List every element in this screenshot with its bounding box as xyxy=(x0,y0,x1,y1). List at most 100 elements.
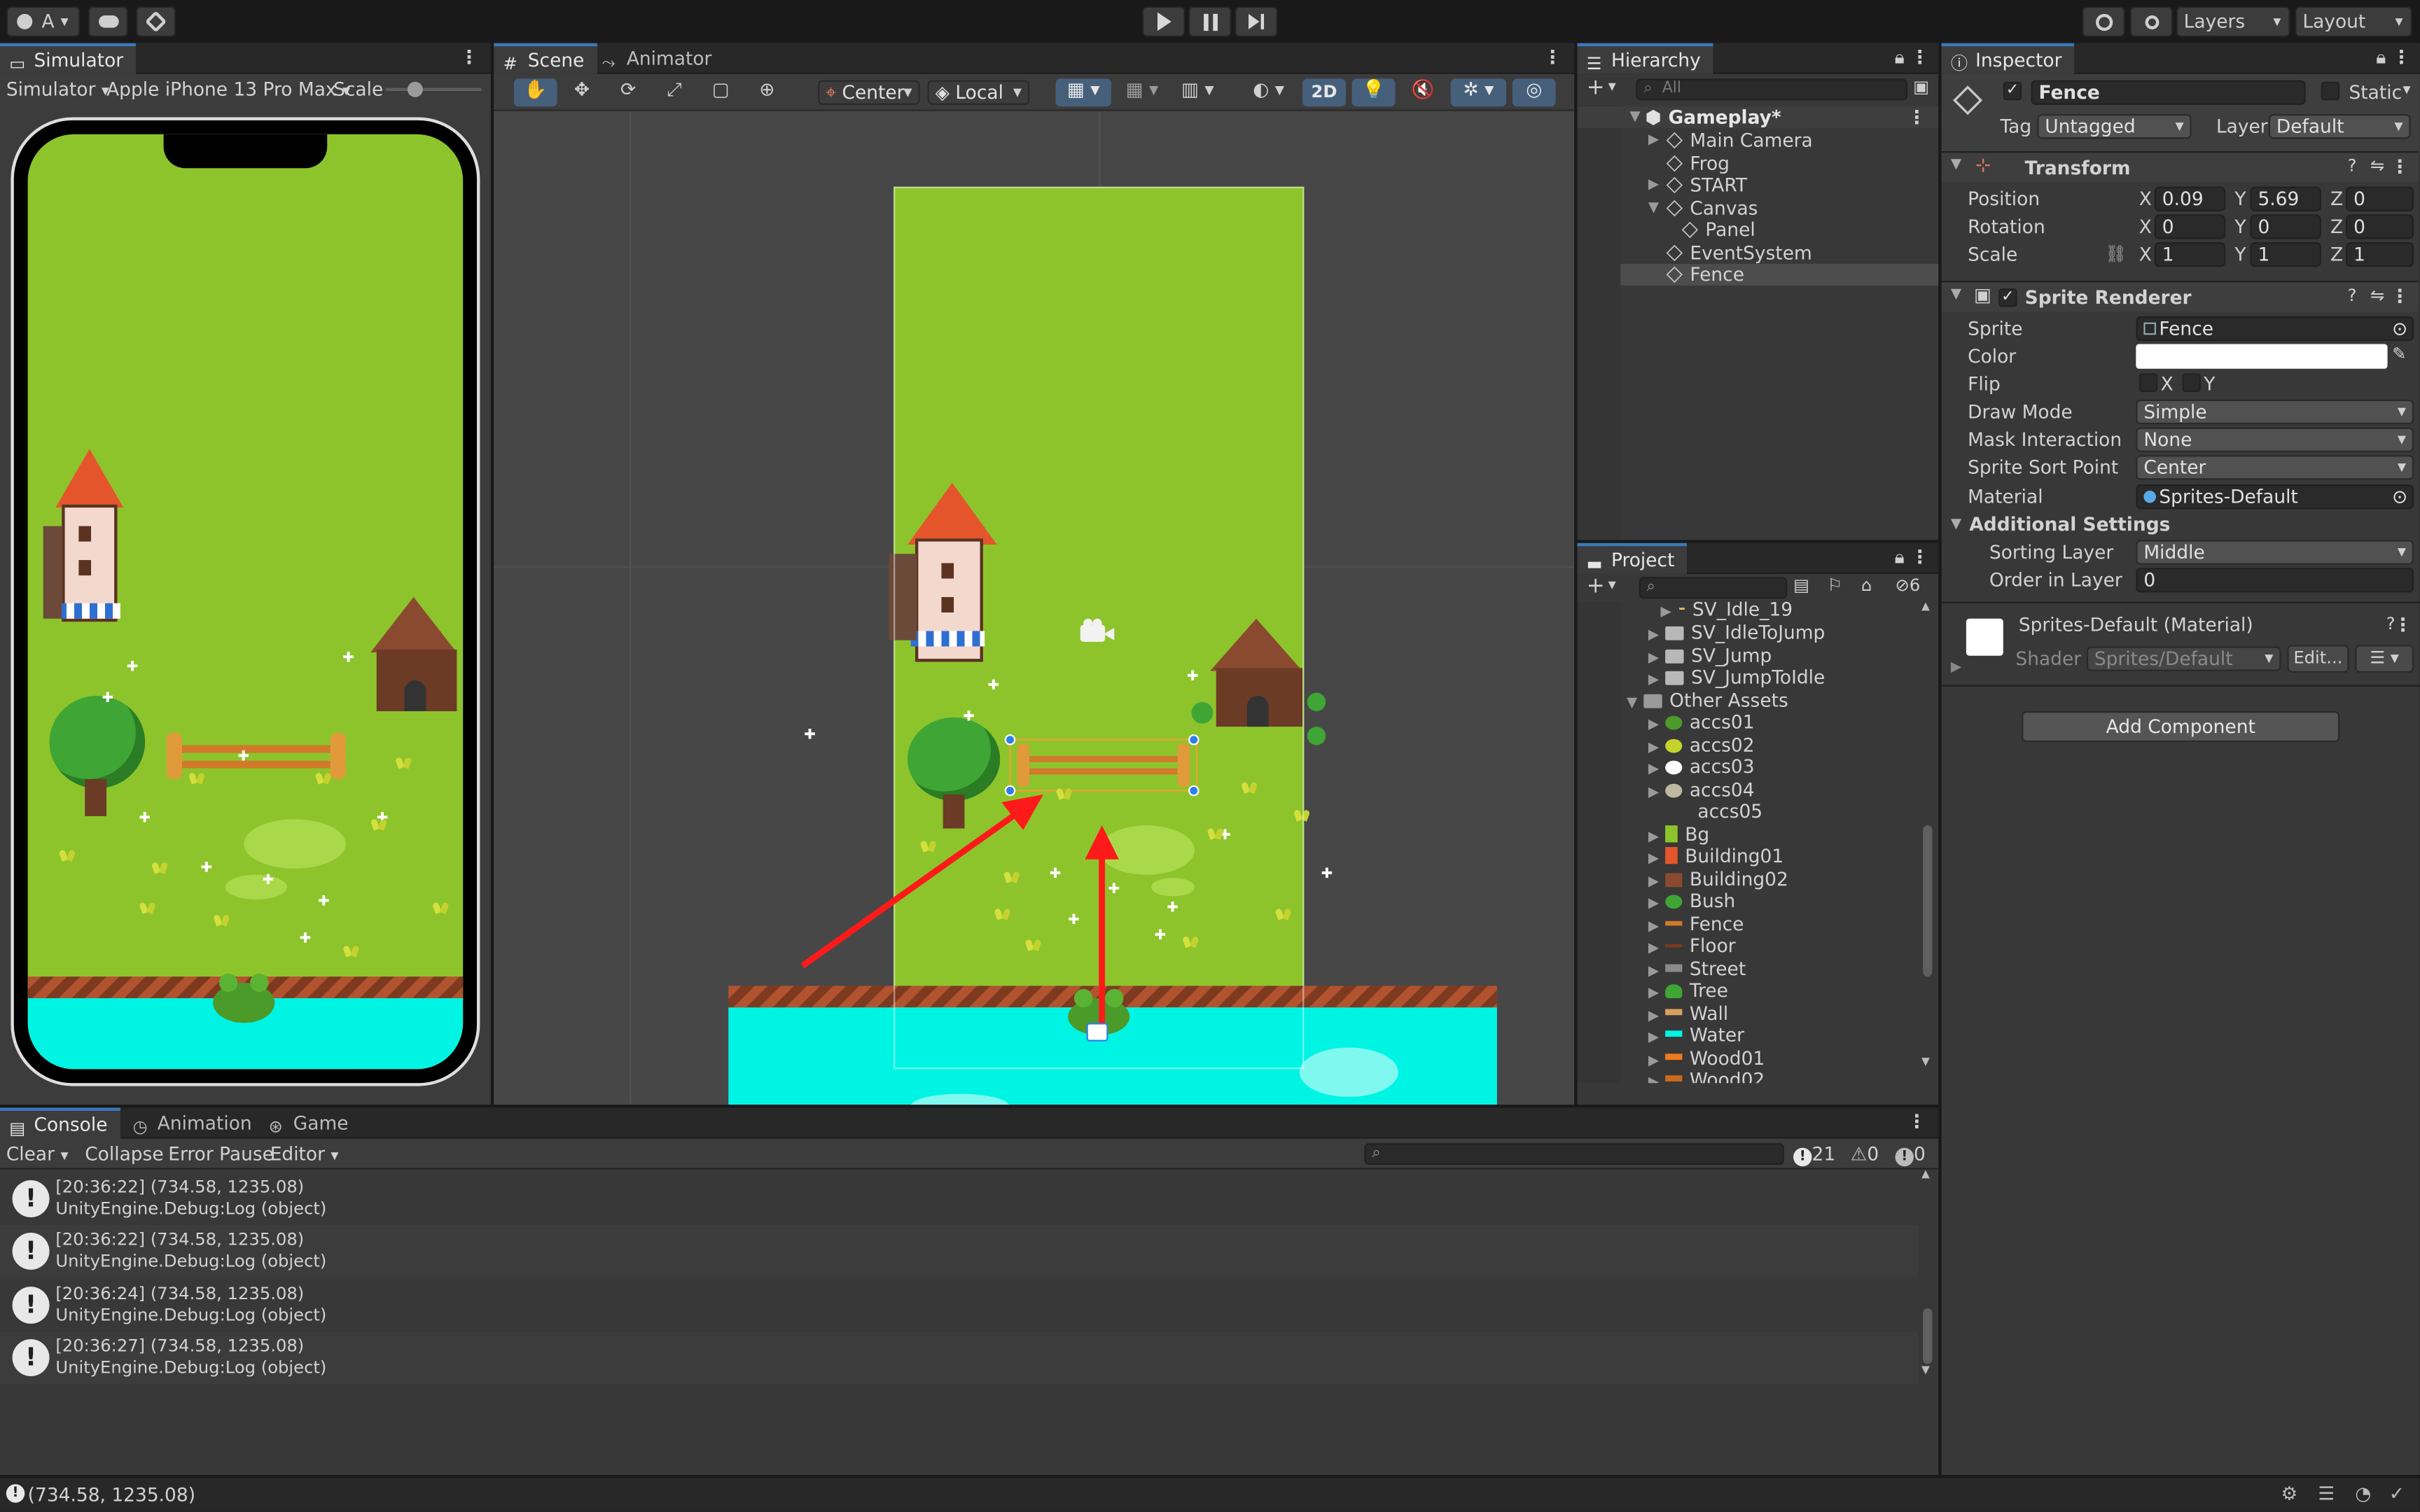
hierarchy-item-frog[interactable]: Frog xyxy=(1648,153,1730,174)
help-icon[interactable]: ? xyxy=(2348,156,2357,176)
kebab-menu-icon[interactable]: ⋮ xyxy=(1543,46,1562,68)
project-item-accs02[interactable]: ▶ accs02 xyxy=(1648,734,1755,756)
tab-simulator[interactable]: ▭ Simulator xyxy=(0,43,136,74)
project-item-building01[interactable]: ▶ Building01 xyxy=(1648,846,1783,867)
additional-settings-label[interactable]: Additional Settings xyxy=(1969,514,2170,536)
project-item-accs05[interactable]: accs05 xyxy=(1673,801,1762,822)
collab-button[interactable] xyxy=(135,6,176,37)
position-x-field[interactable]: 0.09 xyxy=(2154,186,2226,211)
audio-button[interactable]: 🔇 xyxy=(1401,78,1445,106)
hierarchy-search-input[interactable]: ⌕ All xyxy=(1636,78,1908,101)
account-button[interactable]: A ▾ xyxy=(6,6,81,37)
scroll-up-icon[interactable]: ▲ xyxy=(1921,1168,1930,1180)
project-item[interactable]: ▶ ⁃ SV_Idle_19 xyxy=(1661,602,1793,620)
tab-inspector[interactable]: ⓘ Inspector xyxy=(1941,43,2075,74)
hierarchy-item-eventsystem[interactable]: EventSystem xyxy=(1648,242,1812,264)
scroll-down-icon[interactable]: ▼ xyxy=(1921,1364,1930,1376)
project-scrollbar[interactable]: ▲ ▼ xyxy=(1920,602,1935,1084)
snap-increment-button[interactable]: ▦ ▾ xyxy=(1118,78,1167,106)
effects-button[interactable]: ✲ ▾ xyxy=(1450,78,1507,107)
flip-x-checkbox[interactable] xyxy=(2139,373,2158,392)
grid-snap-button[interactable]: ▦ ▾ xyxy=(1055,78,1111,107)
rotation-y-field[interactable]: 0 xyxy=(2250,214,2321,239)
tab-hierarchy[interactable]: ☰ Hierarchy xyxy=(1577,43,1713,74)
sprite-sort-point-dropdown[interactable]: Center xyxy=(2136,455,2414,480)
hierarchy-item-main-camera[interactable]: ▶ Main Camera xyxy=(1648,130,1813,151)
presets-icon[interactable]: ⇋ xyxy=(2370,156,2384,176)
kebab-menu-icon[interactable]: ⋮ xyxy=(2392,46,2410,68)
console-search-input[interactable]: ⌕ xyxy=(1364,1143,1784,1166)
project-item-wood02[interactable]: ▶ Wood02 xyxy=(1648,1069,1765,1083)
hierarchy-item-start[interactable]: ▶ START xyxy=(1648,174,1747,196)
tab-scene[interactable]: # Scene xyxy=(494,43,597,74)
transform-tool-button[interactable]: ⊕ xyxy=(746,78,789,106)
kebab-menu-icon[interactable]: ⋮ xyxy=(2391,156,2409,178)
constrain-proportions-icon[interactable]: ⛓ xyxy=(2105,244,2127,264)
chevron-down-icon[interactable]: ▾ xyxy=(1608,78,1616,95)
tab-project[interactable]: ▬ Project xyxy=(1577,542,1688,574)
play-button[interactable] xyxy=(1141,6,1185,37)
project-folder-other-assets[interactable]: ▼ Other Assets xyxy=(1627,690,1788,711)
project-item-building02[interactable]: ▶ Building02 xyxy=(1648,869,1788,890)
project-item-wood01[interactable]: ▶ Wood01 xyxy=(1648,1048,1765,1070)
flip-y-checkbox[interactable] xyxy=(2182,373,2201,392)
kebab-menu-icon[interactable]: ⋮ xyxy=(1907,1111,1926,1133)
step-button[interactable] xyxy=(1235,6,1278,37)
rect-tool-button[interactable]: ▢ xyxy=(699,78,742,106)
move-tool-button[interactable]: ✥ xyxy=(560,78,604,106)
auto-generate-lighting-icon[interactable]: ◔ xyxy=(2355,1483,2371,1504)
enabled-checkbox[interactable]: ✓ xyxy=(1998,288,2017,307)
hidden-objects-button[interactable]: ◎ xyxy=(1512,78,1556,107)
space-dropdown[interactable]: ◈ Local xyxy=(927,80,1030,105)
hierarchy-item-gameplay[interactable]: ▼ ⬢ Gameplay* ⋮ xyxy=(1577,106,1939,128)
draw-mode-button[interactable]: ◐ ▾ xyxy=(1244,78,1293,106)
scene-view-icon[interactable]: ▣ xyxy=(1913,77,1929,97)
layers-dropdown[interactable]: Layers ▾ xyxy=(2176,6,2290,37)
lock-icon[interactable]: 🔒︎ xyxy=(1895,46,1905,69)
project-item-floor[interactable]: ▶ Floor xyxy=(1648,935,1736,957)
project-search-input[interactable]: ⌕ xyxy=(1639,577,1788,599)
project-item-tree[interactable]: ▶ Tree xyxy=(1648,980,1728,1002)
rotate-tool-button[interactable]: ⟳ xyxy=(606,78,650,106)
active-checkbox[interactable]: ✓ xyxy=(2003,81,2022,101)
scene-viewport[interactable] xyxy=(494,112,1575,1105)
transform-header[interactable]: ▼ ⊹ Transform ? ⇋ ⋮ xyxy=(1941,150,2419,183)
project-item-accs01[interactable]: ▶ accs01 xyxy=(1648,711,1755,733)
check-icon[interactable]: ✓ xyxy=(2389,1483,2405,1504)
project-item[interactable]: ▶ SV_JumpToIdle xyxy=(1648,666,1825,688)
hierarchy-item-canvas[interactable]: ▼ Canvas xyxy=(1648,197,1758,219)
layer-dropdown[interactable]: Default xyxy=(2268,114,2411,139)
tab-game[interactable]: ⊛ Game xyxy=(259,1107,361,1138)
hierarchy-item-panel[interactable]: Panel xyxy=(1679,219,1755,241)
hidden-packages-icon[interactable]: ⊘6 xyxy=(1896,575,1921,596)
object-picker-icon[interactable]: ⊙ xyxy=(2392,486,2407,507)
sprite-field[interactable]: Fence ⊙ xyxy=(2136,316,2414,342)
tab-animator[interactable]: ⤳ Animator xyxy=(592,43,724,74)
tab-console[interactable]: ▤ Console xyxy=(0,1107,120,1139)
scale-slider-handle[interactable] xyxy=(407,81,423,97)
sorting-layer-dropdown[interactable]: Middle xyxy=(2136,540,2414,565)
foldout-icon[interactable]: ▶ xyxy=(1951,660,1961,676)
project-item-street[interactable]: ▶ Street xyxy=(1648,958,1746,980)
order-in-layer-field[interactable]: 0 xyxy=(2136,568,2414,593)
lighting-button[interactable]: 💡 xyxy=(1351,78,1396,107)
edit-shader-button[interactable]: Edit... xyxy=(2287,645,2349,673)
pivot-dropdown[interactable]: ⌖ Center xyxy=(818,80,920,105)
scale-tool-button[interactable]: ⤢ xyxy=(653,78,696,106)
presets-icon[interactable]: ⇋ xyxy=(2370,286,2384,306)
project-item[interactable]: ▶ SV_IdleToJump xyxy=(1648,622,1825,643)
log-entry[interactable]: ! [20:36:22] (734.58, 1235.08) UnityEngi… xyxy=(0,1172,1919,1225)
scroll-down-icon[interactable]: ▼ xyxy=(1921,1056,1930,1068)
hierarchy-item-fence[interactable]: Fence xyxy=(1620,263,1939,286)
collapse-toggle[interactable]: Collapse xyxy=(85,1143,163,1165)
project-item-accs04[interactable]: ▶ accs04 xyxy=(1648,779,1755,801)
search-by-label-icon[interactable]: ⚐ xyxy=(1828,575,1843,596)
shader-options-button[interactable]: ☰ ▾ xyxy=(2355,645,2414,673)
color-swatch[interactable] xyxy=(2136,344,2388,369)
foldout-icon[interactable]: ▼ xyxy=(1951,517,1961,532)
static-checkbox[interactable] xyxy=(2321,81,2340,101)
rotation-z-field[interactable]: 0 xyxy=(2346,214,2414,239)
pause-button[interactable] xyxy=(1188,6,1232,37)
search-button[interactable] xyxy=(2129,6,2174,37)
editor-dropdown[interactable]: Editor ▾ xyxy=(270,1143,339,1165)
